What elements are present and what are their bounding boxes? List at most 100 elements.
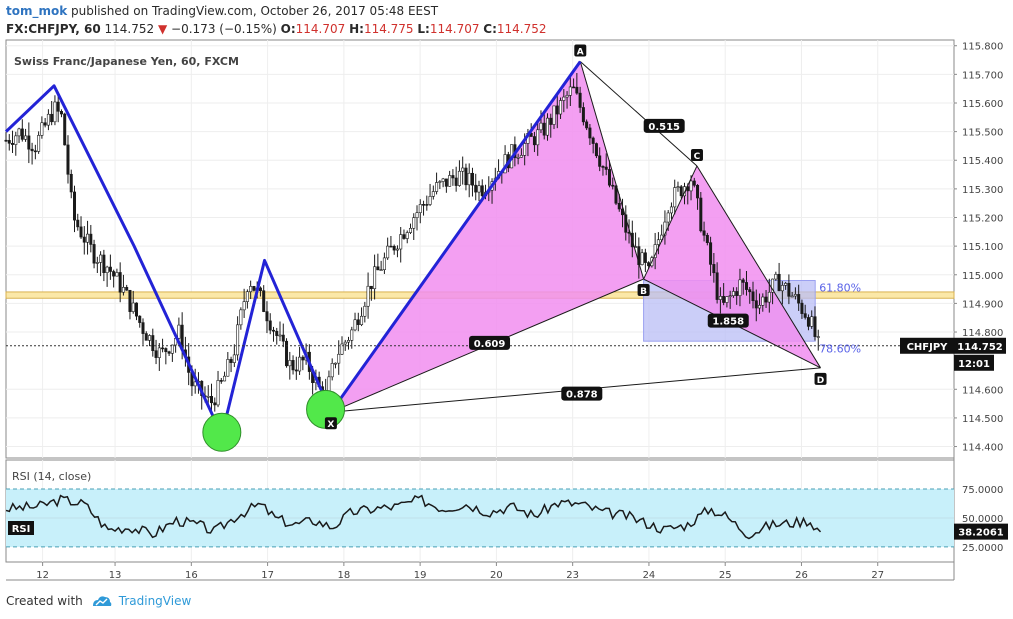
chart-canvas[interactable]: 0.515 0.609 1.858 0.878 X A B C D 61.80% 78.60% Swi… bbox=[0, 0, 1013, 590]
candle-body bbox=[474, 184, 478, 193]
candle-body bbox=[271, 329, 275, 332]
candle-body bbox=[402, 234, 406, 239]
price-badge-text: 114.752 bbox=[957, 342, 1003, 353]
candle-body bbox=[360, 315, 364, 325]
x-tick-label: 17 bbox=[261, 570, 274, 581]
ratio-label-text: 0.878 bbox=[566, 390, 598, 401]
candle-body bbox=[46, 113, 50, 126]
y-tick-label: 114.500 bbox=[962, 414, 1003, 425]
candle-body bbox=[275, 330, 279, 336]
candle-body bbox=[647, 262, 651, 267]
ratio-label-text: 0.515 bbox=[648, 122, 680, 133]
candle-body bbox=[40, 122, 44, 136]
ratio-label: 0.878 bbox=[561, 386, 603, 401]
candle-body bbox=[333, 362, 337, 365]
point-label-text: B bbox=[640, 287, 647, 297]
candle-body bbox=[787, 282, 791, 297]
candle-body bbox=[157, 347, 161, 358]
candle-body bbox=[470, 172, 474, 186]
candle-body bbox=[236, 324, 240, 356]
candle-body bbox=[441, 178, 445, 182]
candle-body bbox=[73, 191, 77, 221]
candle-body bbox=[758, 305, 762, 309]
candle-body bbox=[581, 107, 585, 123]
ratio-label: 0.609 bbox=[469, 335, 511, 350]
candle-body bbox=[79, 226, 83, 238]
candle-body bbox=[262, 290, 266, 312]
candle-body bbox=[428, 196, 432, 205]
candle-body bbox=[640, 252, 644, 265]
candle-body bbox=[594, 143, 598, 157]
candle-body bbox=[206, 396, 210, 398]
candle-body bbox=[278, 334, 282, 337]
candle-body bbox=[154, 350, 158, 358]
candle-body bbox=[575, 86, 579, 94]
x-tick-label: 13 bbox=[109, 570, 122, 581]
candle-body bbox=[712, 264, 716, 274]
candle-body bbox=[108, 266, 112, 272]
candle-body bbox=[66, 144, 70, 175]
candle-body bbox=[134, 302, 138, 317]
candle-body bbox=[585, 121, 589, 129]
candle-body bbox=[213, 402, 217, 406]
candle-body bbox=[728, 295, 732, 297]
candle-body bbox=[816, 336, 820, 338]
candle-body bbox=[731, 291, 735, 296]
candle-body bbox=[353, 319, 357, 331]
candle-body bbox=[702, 230, 706, 236]
candle-body bbox=[373, 266, 377, 290]
candle-body bbox=[532, 136, 536, 146]
candle-body bbox=[102, 254, 106, 274]
candle-body bbox=[33, 150, 37, 153]
candle-body bbox=[451, 175, 455, 179]
candle-body bbox=[4, 139, 8, 142]
candle-body bbox=[99, 254, 103, 263]
ratio-label-text: 1.858 bbox=[712, 317, 744, 328]
candle-body bbox=[43, 122, 47, 126]
tradingview-link[interactable]: TradingView bbox=[119, 594, 192, 608]
candle-body bbox=[11, 142, 15, 145]
candle-body bbox=[408, 227, 412, 233]
candle-body bbox=[673, 187, 677, 208]
price-chart-title: Swiss Franc/Japanese Yen, 60, FXCM bbox=[14, 55, 239, 68]
candle-body bbox=[777, 273, 781, 292]
candle-body bbox=[281, 334, 285, 342]
candle-body bbox=[767, 291, 771, 303]
candle-body bbox=[366, 285, 370, 307]
candle-body bbox=[709, 242, 713, 265]
candle-body bbox=[722, 296, 726, 303]
y-tick-label: 114.400 bbox=[962, 443, 1003, 454]
candle-body bbox=[245, 291, 249, 302]
candle-body bbox=[800, 302, 804, 314]
candle-body bbox=[24, 135, 28, 140]
y-tick-label: 115.500 bbox=[962, 128, 1003, 139]
candle-body bbox=[464, 167, 468, 186]
candle-body bbox=[258, 287, 262, 292]
candle-body bbox=[552, 105, 556, 125]
point-label-b: B bbox=[637, 284, 650, 297]
y-tick-label: 114.800 bbox=[962, 328, 1003, 339]
candle-body bbox=[242, 301, 246, 311]
candle-body bbox=[611, 184, 615, 187]
candle-body bbox=[148, 335, 152, 341]
fib-level-label: 78.60% bbox=[819, 343, 861, 356]
candle-body bbox=[425, 204, 429, 206]
candle-body bbox=[379, 269, 383, 271]
candle-body bbox=[17, 128, 21, 137]
candle-body bbox=[298, 356, 302, 372]
candle-body bbox=[86, 233, 90, 243]
candle-body bbox=[448, 175, 452, 187]
candle-body bbox=[219, 380, 223, 382]
rsi-y-tick-label: 75.0000 bbox=[962, 485, 1003, 496]
candle-body bbox=[607, 169, 611, 186]
candle-body bbox=[604, 166, 608, 170]
point-label-text: A bbox=[577, 47, 584, 57]
ratio-label: 1.858 bbox=[707, 313, 749, 328]
candle-body bbox=[268, 320, 272, 331]
y-tick-label: 115.000 bbox=[962, 271, 1003, 282]
y-tick-label: 115.800 bbox=[962, 42, 1003, 53]
candle-body bbox=[405, 232, 409, 239]
candle-body bbox=[343, 341, 347, 345]
candle-body bbox=[572, 86, 576, 89]
candle-body bbox=[389, 245, 393, 248]
